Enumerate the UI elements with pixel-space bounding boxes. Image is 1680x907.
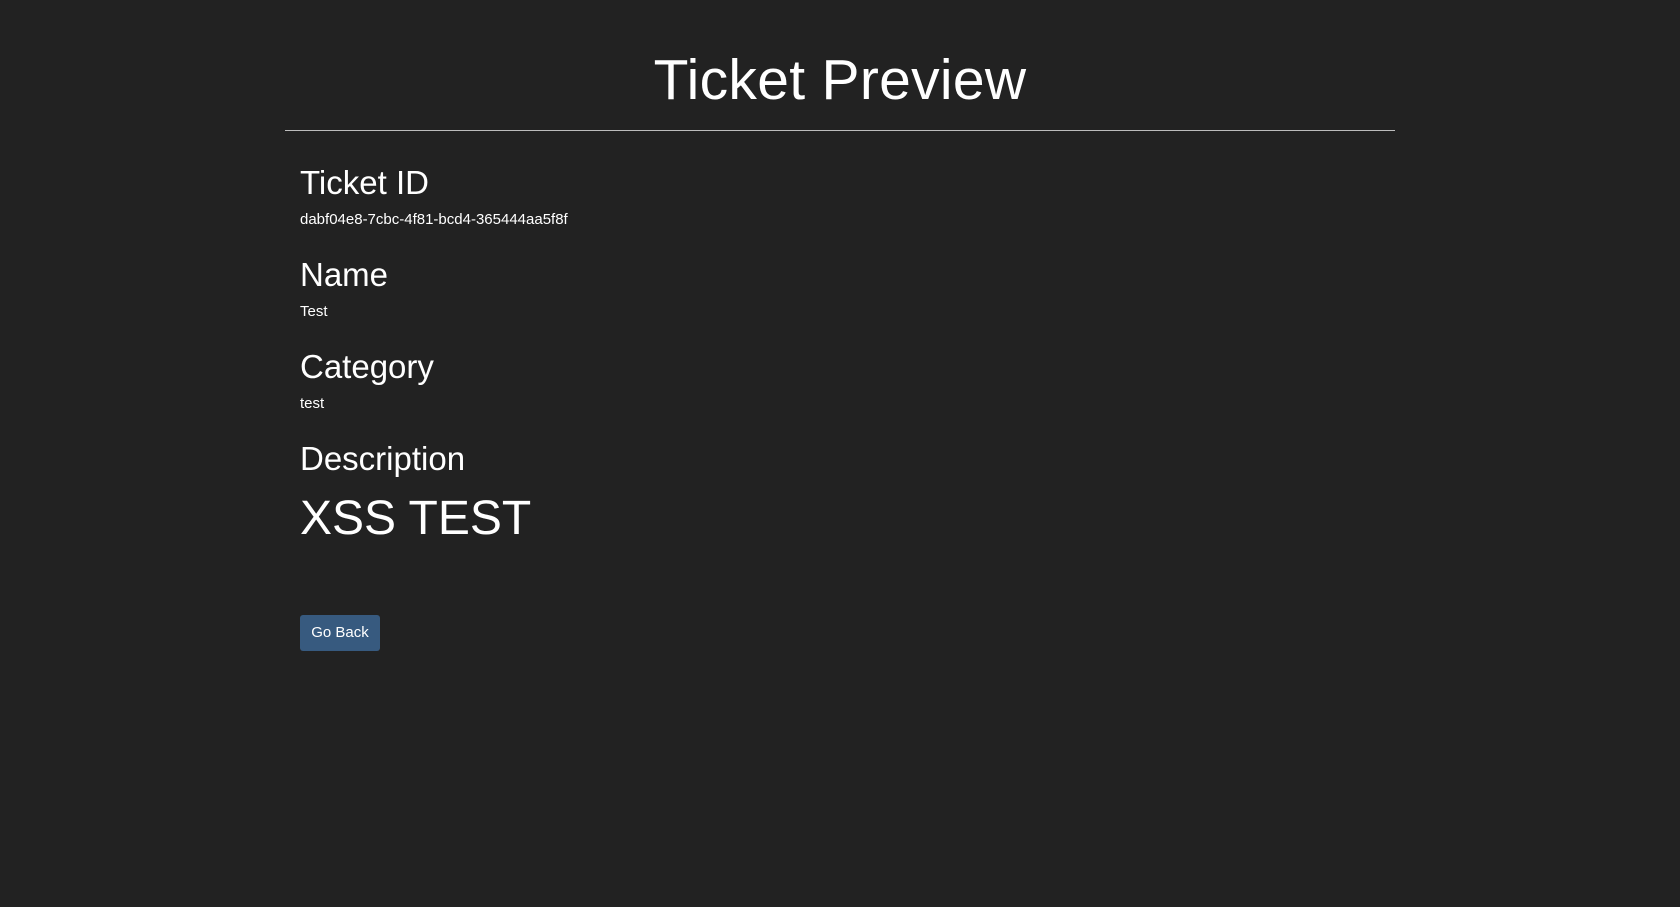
category-section: Category test [300,347,434,413]
name-label: Name [300,256,389,293]
go-back-button[interactable]: Go Back [300,615,380,651]
category-value: test [300,395,325,412]
description-value: XSS TEST [300,492,532,545]
name-section: Name Test [300,255,388,321]
category-label: Category [300,348,434,385]
description-section: Description XSS TEST [300,439,531,547]
ticket-id-value: dabf04e8-7cbc-4f81-bcd4-365444aa5f8f [300,211,568,228]
title-divider [285,130,1395,131]
page-title: Ticket Preview [653,48,1027,112]
main-container: Ticket Preview Ticket ID dabf04e8-7cbc-4… [285,0,1395,651]
ticket-id-label: Ticket ID [300,164,429,201]
name-value: Test [300,303,328,320]
description-label: Description [300,440,466,477]
ticket-id-section: Ticket ID dabf04e8-7cbc-4f81-bcd4-365444… [300,163,568,229]
